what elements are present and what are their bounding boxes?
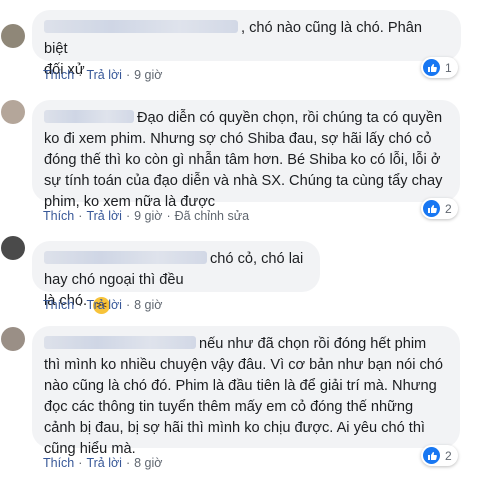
like-link[interactable]: Thích bbox=[43, 209, 74, 223]
reply-link[interactable]: Trả lời bbox=[86, 209, 122, 223]
comment-actions: Thích · Trả lời · 8 giờ bbox=[43, 298, 162, 312]
timestamp[interactable]: 9 giờ bbox=[134, 209, 162, 223]
comment-actions: Thích · Trả lời · 8 giờ bbox=[43, 456, 162, 470]
comment-line: thì mình ko nhiều chuyện vậy đâu. Vì cơ … bbox=[44, 357, 444, 373]
comment-line: chó cỏ, chó lai hay chó ngoại thì đều bbox=[44, 249, 308, 291]
separator-dot: · bbox=[78, 68, 83, 82]
like-thumb-icon bbox=[423, 200, 440, 217]
reaction-count[interactable]: 2 bbox=[421, 445, 458, 466]
timestamp[interactable]: 8 giờ bbox=[134, 298, 162, 312]
blurred-username[interactable] bbox=[44, 20, 238, 33]
reaction-count[interactable]: 1 bbox=[421, 57, 458, 78]
comment-line: cảnh bị đau, bị sợ hãi thì mình ko chịu … bbox=[44, 420, 425, 436]
comment-line: nào cũng là chó đó. Phim là đầu tiên là … bbox=[44, 378, 437, 394]
like-thumb-icon bbox=[423, 59, 440, 76]
comment-bubble: , chó nào cũng là chó. Phân biệt đối xử bbox=[32, 10, 461, 78]
separator-dot: · bbox=[125, 68, 131, 82]
comment-line: nếu như đã chọn rồi đóng hết phim bbox=[44, 334, 448, 355]
comment-actions: Thích · Trả lời · 9 giờ bbox=[43, 68, 162, 82]
like-link[interactable]: Thích bbox=[43, 298, 74, 312]
avatar[interactable] bbox=[1, 327, 25, 351]
reaction-number: 2 bbox=[445, 201, 452, 216]
like-link[interactable]: Thích bbox=[43, 456, 74, 470]
blurred-username[interactable] bbox=[44, 251, 207, 264]
blurred-username[interactable] bbox=[44, 336, 196, 349]
reply-link[interactable]: Trả lời bbox=[86, 298, 122, 312]
like-link[interactable]: Thích bbox=[43, 68, 74, 82]
comment-actions: Thích · Trả lời · 9 giờ · Đã chỉnh sửa bbox=[43, 209, 249, 223]
comment-text: Đạo diễn có quyền chọn, rồi chúng ta có … bbox=[137, 110, 443, 126]
like-thumb-icon bbox=[423, 447, 440, 464]
avatar[interactable] bbox=[1, 24, 25, 48]
separator-dot: · bbox=[78, 456, 83, 470]
separator-dot: · bbox=[78, 298, 83, 312]
blurred-username[interactable] bbox=[44, 110, 134, 123]
separator-dot: · bbox=[78, 209, 83, 223]
reaction-number: 2 bbox=[445, 448, 452, 463]
comment-line: , chó nào cũng là chó. Phân biệt bbox=[44, 18, 449, 60]
comment-line: Đạo diễn có quyền chọn, rồi chúng ta có … bbox=[44, 108, 448, 129]
comment-line: ko đi xem phim. Nhưng sợ chó Shiba đau, … bbox=[44, 131, 432, 147]
avatar[interactable] bbox=[1, 100, 25, 124]
comment-line: đóng thế thì ko còn gì nhẫn tâm hơn. Bé … bbox=[44, 152, 441, 168]
separator-dot: · bbox=[125, 456, 131, 470]
comment-line: sự tính toán của đạo diễn và nhà SX. Chú… bbox=[44, 173, 443, 189]
comment-bubble: chó cỏ, chó lai hay chó ngoại thì đều là… bbox=[32, 241, 320, 314]
timestamp[interactable]: 9 giờ bbox=[134, 68, 162, 82]
separator-dot: · bbox=[125, 209, 131, 223]
timestamp[interactable]: 8 giờ bbox=[134, 456, 162, 470]
reaction-count[interactable]: 2 bbox=[421, 198, 458, 219]
reply-link[interactable]: Trả lời bbox=[86, 68, 122, 82]
reply-link[interactable]: Trả lời bbox=[86, 456, 122, 470]
reaction-number: 1 bbox=[445, 60, 452, 75]
comment-bubble: Đạo diễn có quyền chọn, rồi chúng ta có … bbox=[32, 100, 460, 210]
comment-line: đọc các thông tin tuyển thêm mấy em cỏ đ… bbox=[44, 399, 414, 415]
separator-dot: · bbox=[166, 209, 171, 223]
comment-text: nếu như đã chọn rồi đóng hết phim bbox=[199, 336, 427, 352]
edited-label[interactable]: Đã chỉnh sửa bbox=[175, 209, 249, 223]
comment-bubble: nếu như đã chọn rồi đóng hết phim thì mì… bbox=[32, 326, 460, 457]
avatar[interactable] bbox=[1, 236, 25, 260]
separator-dot: · bbox=[125, 298, 131, 312]
